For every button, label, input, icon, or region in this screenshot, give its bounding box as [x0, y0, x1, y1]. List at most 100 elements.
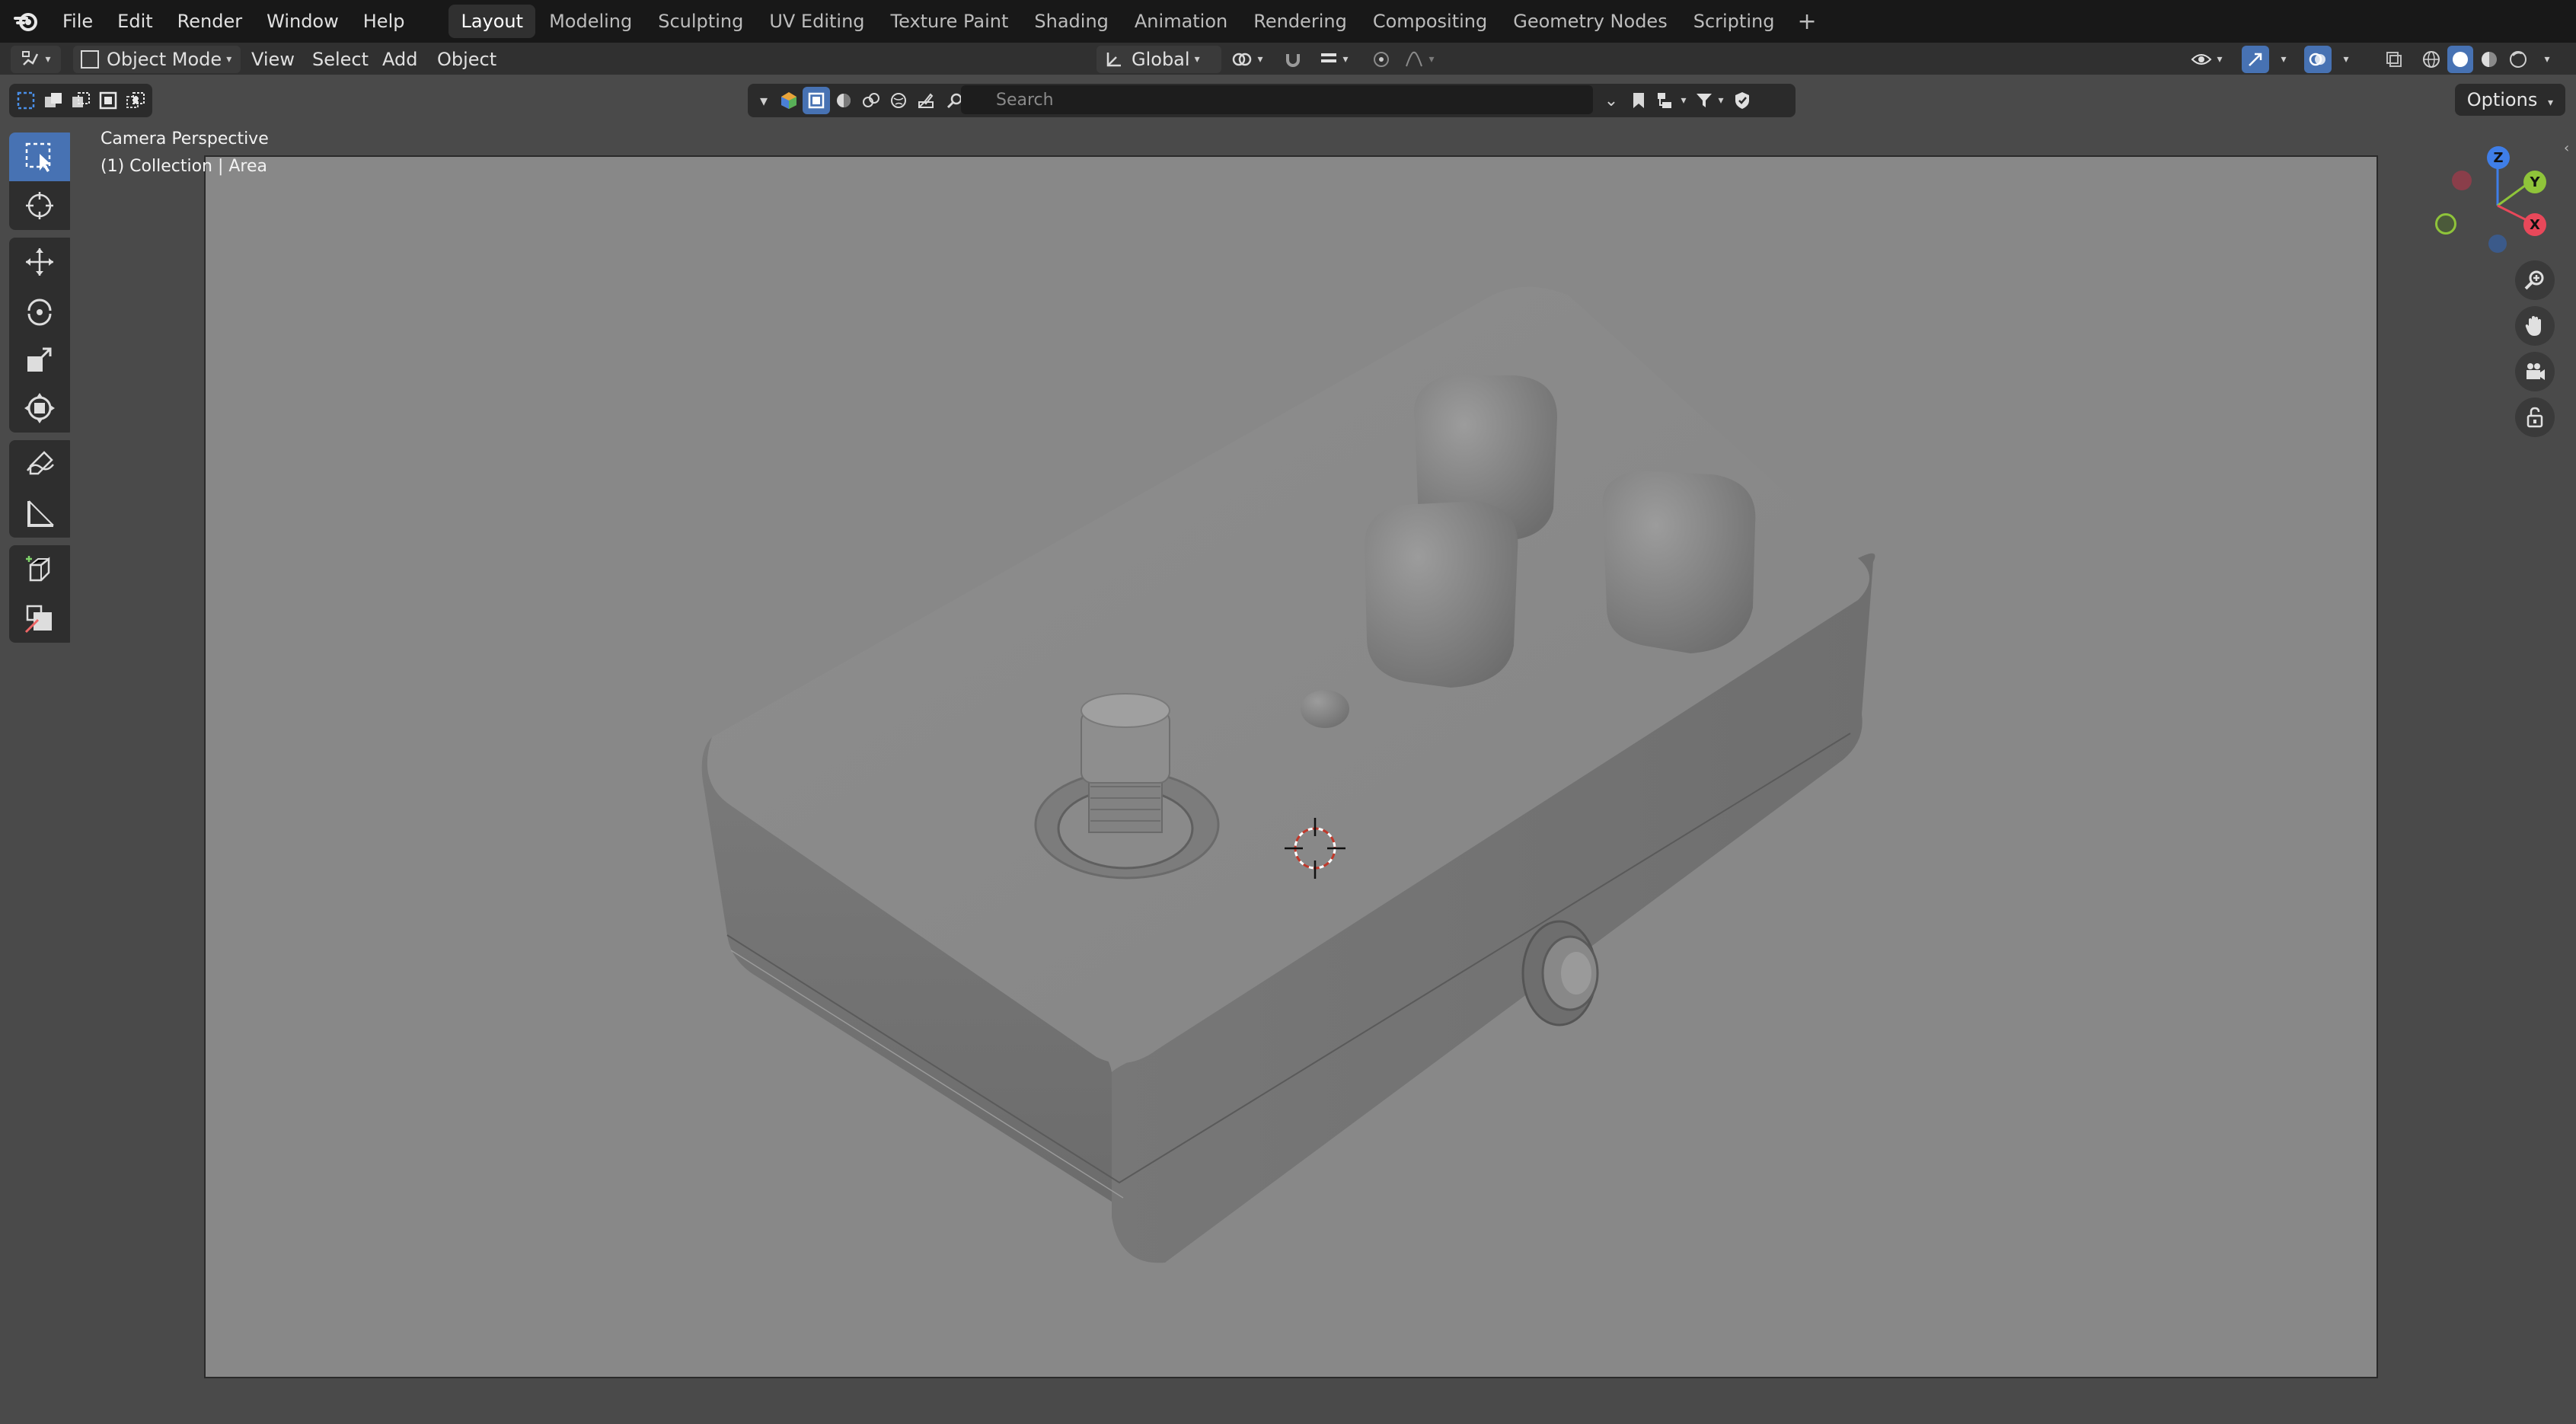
tab-animation[interactable]: Animation [1122, 5, 1240, 38]
select-extend-button[interactable] [40, 87, 67, 114]
menu-edit[interactable]: Edit [105, 5, 164, 38]
pivot-dropdown[interactable]: ▾ [1226, 46, 1269, 73]
pivot-icon [1233, 53, 1252, 66]
view-material-button[interactable] [830, 87, 857, 114]
shading-rendered-button[interactable] [2505, 46, 2531, 73]
shading-solid-button[interactable] [2447, 46, 2473, 73]
transform-tool[interactable] [9, 384, 70, 433]
knife-tool[interactable] [9, 594, 70, 643]
menu-object[interactable]: Object [428, 46, 506, 73]
rotate-tool[interactable] [9, 286, 70, 335]
pedal-model [701, 286, 1875, 1263]
measure-tool[interactable] [9, 489, 70, 538]
display-mode-dropdown[interactable]: ▾ [1652, 87, 1690, 114]
tab-compositing[interactable]: Compositing [1361, 5, 1499, 38]
overlays-toggle[interactable] [2304, 46, 2332, 73]
tab-geometry-nodes[interactable]: Geometry Nodes [1501, 5, 1679, 38]
transform-icon [24, 393, 55, 423]
add-workspace-button[interactable]: + [1788, 8, 1825, 35]
orientation-dropdown[interactable]: Global ▾ [1096, 46, 1221, 73]
tab-layout[interactable]: Layout [448, 5, 536, 38]
menu-window[interactable]: Window [254, 5, 351, 38]
filter-funnel-dropdown[interactable]: ▾ [1690, 87, 1729, 114]
tab-sculpting[interactable]: Sculpting [646, 5, 755, 38]
tab-scripting[interactable]: Scripting [1681, 5, 1787, 38]
view-paint-button[interactable] [912, 87, 940, 114]
select-invert-button[interactable] [94, 87, 122, 114]
falloff-dropdown[interactable]: ▾ [1398, 46, 1441, 73]
cursor-tool[interactable] [9, 181, 70, 230]
filter-dropdown[interactable]: ▾ [748, 87, 775, 114]
collection-label: (1) Collection | Area [101, 157, 268, 176]
select-extend-icon [45, 93, 62, 107]
view-world-button[interactable] [885, 87, 912, 114]
options-label: Options [2466, 89, 2538, 110]
select-new-button[interactable] [12, 87, 40, 114]
view-solid-button[interactable] [803, 87, 830, 114]
zoom-button[interactable] [2515, 260, 2555, 300]
menu-add[interactable]: Add [373, 46, 426, 73]
sidebar-toggle-icon[interactable]: ‹ [2564, 140, 2576, 160]
shading-wireframe-button[interactable] [2418, 46, 2444, 73]
navigation-gizmo[interactable]: Z Y X [2435, 143, 2549, 253]
gizmo-neg-z[interactable] [2488, 235, 2507, 253]
gizmo-neg-y[interactable] [2435, 213, 2456, 235]
search-input[interactable]: Search [961, 85, 1593, 114]
select-subtract-button[interactable] [67, 87, 94, 114]
gizmo-dropdown[interactable]: ▾ [2272, 46, 2290, 73]
material-sphere-icon [2482, 52, 2497, 67]
view-texture-button[interactable] [857, 87, 885, 114]
select-mode-toolbar [9, 84, 152, 117]
add-cube-icon [26, 556, 50, 582]
search-extras: ⌄ ▾ ▾ [1598, 84, 1756, 117]
overlays-dropdown[interactable]: ▾ [2335, 46, 2353, 73]
xray-toggle[interactable] [2380, 46, 2408, 73]
proportional-edit-toggle[interactable] [1368, 46, 1395, 73]
gizmo-neg-x[interactable] [2452, 171, 2472, 190]
editor-type-button[interactable]: ▾ [11, 46, 61, 73]
3d-viewport[interactable]: ▾ Search ⌄ ▾ ▾ Options ▾ Camera Perspect… [0, 75, 2576, 1424]
snap-target-dropdown[interactable]: ▾ [1311, 46, 1357, 73]
move-tool[interactable] [9, 238, 70, 286]
tab-uv-editing[interactable]: UV Editing [757, 5, 876, 38]
shading-dropdown[interactable]: ▾ [2536, 46, 2554, 73]
tab-texture-paint[interactable]: Texture Paint [879, 5, 1021, 38]
menu-help[interactable]: Help [351, 5, 417, 38]
top-menu-bar: File Edit Render Window Help Layout Mode… [0, 0, 2576, 43]
gizmo-x-axis[interactable]: X [2523, 213, 2546, 236]
knob-right [1602, 471, 1756, 653]
menu-render[interactable]: Render [165, 5, 254, 38]
select-subtract-icon [72, 92, 90, 107]
tab-modeling[interactable]: Modeling [537, 5, 644, 38]
shading-material-button[interactable] [2476, 46, 2502, 73]
add-cube-tool[interactable] [9, 545, 70, 594]
gizmo-y-axis[interactable]: Y [2523, 171, 2546, 193]
pan-button[interactable] [2515, 306, 2555, 346]
annotate-tool[interactable] [9, 440, 70, 489]
lock-camera-button[interactable] [2515, 398, 2555, 437]
shield-icon[interactable] [1729, 87, 1756, 114]
blender-logo-icon[interactable] [11, 6, 41, 37]
menu-select[interactable]: Select [303, 46, 378, 73]
camera-view-button[interactable] [2515, 352, 2555, 391]
annotate-icon [26, 451, 54, 475]
sort-dropdown[interactable]: ⌄ [1598, 87, 1625, 114]
select-intersect-button[interactable] [122, 87, 149, 114]
visibility-dropdown[interactable]: ▾ [2184, 46, 2230, 73]
menu-view[interactable]: View [242, 46, 304, 73]
tool-shelf [9, 133, 75, 650]
snap-toggle[interactable] [1279, 46, 1307, 73]
bookmark-icon[interactable] [1625, 87, 1652, 114]
select-box-tool[interactable] [9, 133, 70, 181]
tab-shading[interactable]: Shading [1022, 5, 1121, 38]
select-new-icon [17, 91, 35, 110]
scale-tool[interactable] [9, 335, 70, 384]
gizmo-toggle[interactable] [2242, 46, 2269, 73]
mode-dropdown[interactable]: Object Mode ▾ [73, 46, 241, 73]
options-button[interactable]: Options ▾ [2454, 84, 2565, 116]
gizmo-z-axis[interactable]: Z [2487, 146, 2510, 169]
tab-rendering[interactable]: Rendering [1241, 5, 1359, 38]
menu-file[interactable]: File [50, 5, 105, 38]
brush-icon [918, 93, 934, 108]
scene-object-button[interactable] [775, 87, 803, 114]
